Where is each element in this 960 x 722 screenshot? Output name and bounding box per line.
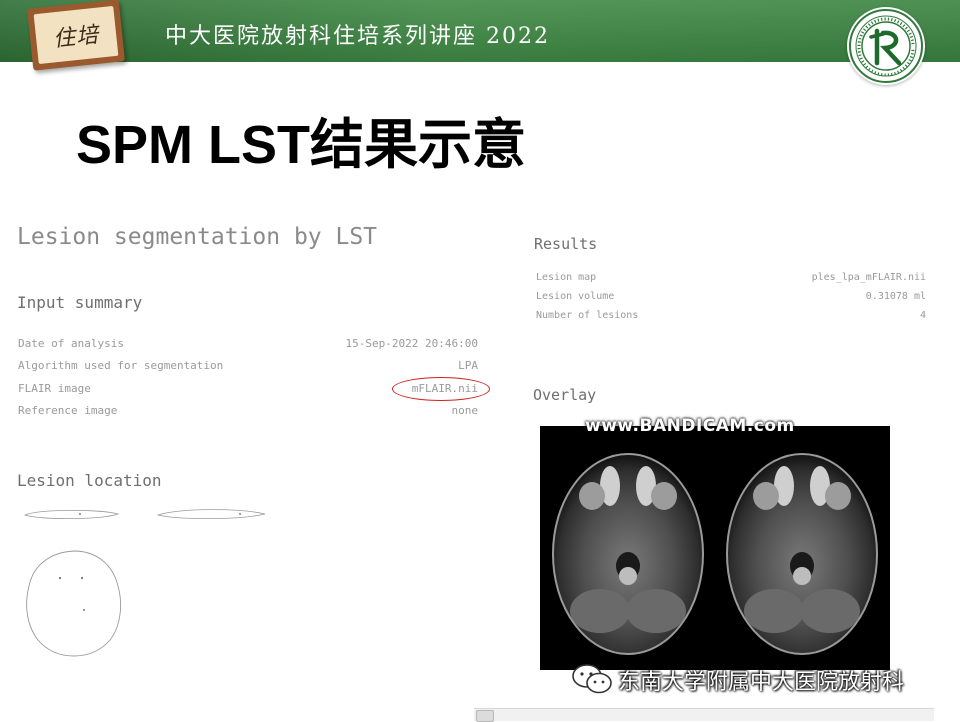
results-heading: Results [534, 235, 598, 253]
seal-emblem-icon [849, 9, 923, 83]
results-row-label: Lesion volume [536, 291, 615, 302]
mri-axial-slices [552, 453, 878, 655]
mri-slice-left [552, 453, 704, 655]
results-row-value: 4 [919, 310, 926, 321]
bandicam-watermark: www.BANDICAM.com [585, 416, 795, 436]
input-row-label: Date of analysis [18, 337, 124, 350]
wechat-source-watermark: 东南大学附属中大医院放射科 [566, 660, 930, 696]
input-row-value: LPA [458, 359, 478, 372]
lesion-dot [239, 513, 241, 515]
mri-overlay-image [540, 426, 890, 670]
input-summary-heading: Input summary [17, 293, 143, 312]
axial-brain-outline [26, 550, 122, 657]
scrollbar-thumb[interactable] [476, 710, 494, 722]
report-title: Lesion segmentation by LST [17, 224, 378, 250]
results-row-label: Number of lesions [536, 310, 639, 321]
horizontal-scrollbar[interactable] [474, 708, 934, 722]
lesion-dot [83, 609, 85, 611]
lesion-dot [59, 577, 61, 579]
input-row-value: 15-Sep-2022 20:46:00 [345, 337, 478, 350]
results-row-value: 0.31078 ml [865, 291, 926, 302]
source-watermark-text: 东南大学附属中大医院放射科 [618, 670, 905, 695]
sagittal-outline-left [23, 509, 120, 520]
results-row-label: Lesion map [536, 272, 597, 283]
chalkboard-text: 住培 [52, 22, 101, 53]
chalkboard-inner: 住培 [33, 5, 119, 65]
lesion-dot [81, 577, 83, 579]
mri-slice-right [726, 453, 878, 655]
overlay-heading: Overlay [533, 386, 597, 404]
highlight-ellipse [392, 377, 490, 401]
slide-title: SPM LST结果示意 [76, 115, 527, 175]
input-row-value: none [451, 404, 479, 417]
chalkboard-logo: 住培 [27, 0, 125, 71]
lesion-location-sagittal-views [23, 509, 266, 520]
lesion-location-axial-view [26, 550, 122, 657]
banner-title: 中大医院放射科住培系列讲座 2022 [165, 24, 550, 49]
sagittal-outline-right [156, 509, 266, 520]
results-row-value: ples_lpa_mFLAIR.nii [811, 272, 926, 283]
input-row-label: Algorithm used for segmentation [18, 359, 224, 372]
wechat-icon [572, 664, 612, 694]
hospital-seal-logo [847, 7, 925, 85]
lesion-dot [79, 513, 81, 515]
lesion-location-heading: Lesion location [17, 471, 162, 490]
input-row-label: Reference image [18, 404, 118, 417]
input-row-label: FLAIR image [18, 382, 91, 395]
